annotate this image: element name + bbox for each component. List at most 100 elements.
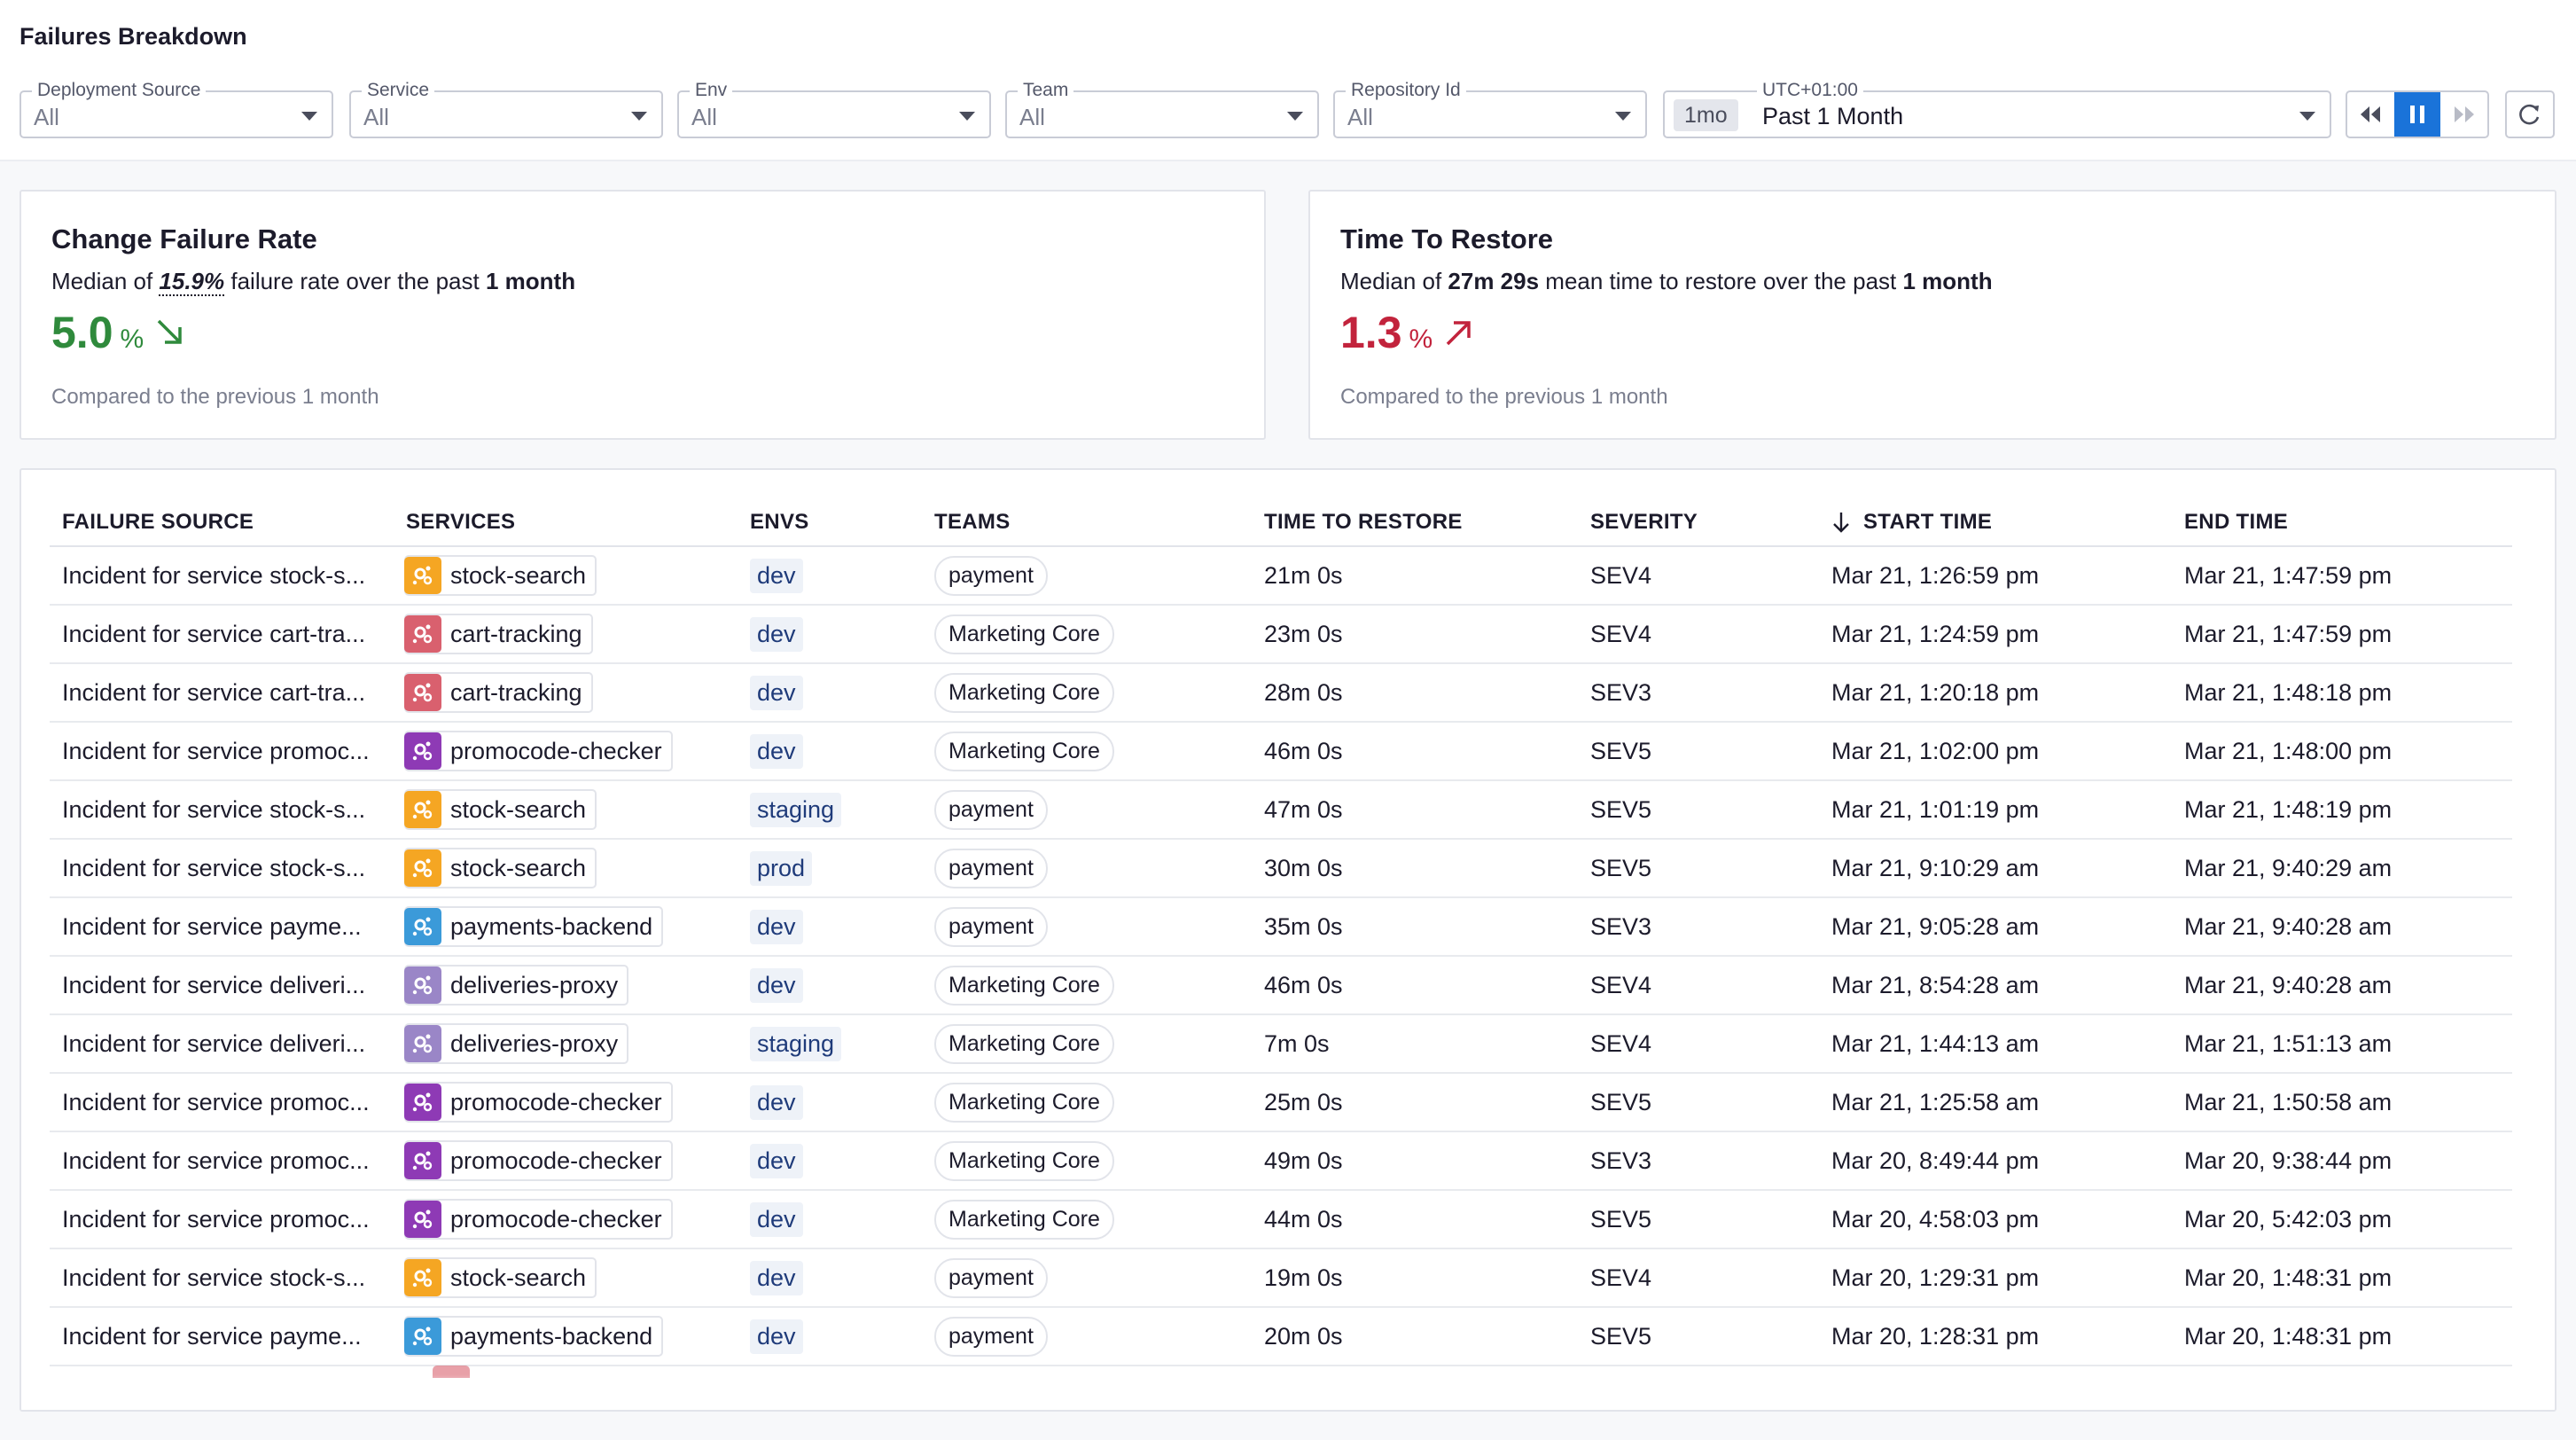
end-time-cell: Mar 20, 1:48:31 pm — [2172, 1248, 2512, 1308]
table-row[interactable]: Incident for service stock-s... stock-sea… — [50, 1248, 2512, 1308]
team-tag[interactable]: Marketing Core — [934, 1140, 1114, 1181]
service-tag[interactable]: payments-backend — [404, 1316, 664, 1357]
service-icon — [404, 1084, 441, 1121]
team-tag[interactable]: Marketing Core — [934, 672, 1114, 713]
service-cell: promocode-checker — [394, 722, 738, 781]
table-row[interactable]: Incident for service promoc... promocode-… — [50, 722, 2512, 781]
service-tag[interactable]: promocode-checker — [404, 1199, 673, 1240]
end-time-cell: Mar 20, 5:42:03 pm — [2172, 1190, 2512, 1249]
failure-source-cell[interactable]: Incident for service stock-s... — [50, 546, 394, 606]
team-tag[interactable]: Marketing Core — [934, 1199, 1114, 1240]
team-tag[interactable]: Marketing Core — [934, 1082, 1114, 1123]
service-tag[interactable]: promocode-checker — [404, 731, 673, 771]
failure-source-cell[interactable]: Incident for service stock-s... — [50, 1248, 394, 1308]
subtitle-mid: mean time to restore over the past — [1539, 268, 1903, 294]
failure-source-cell[interactable]: Incident for service cart-tra... — [50, 605, 394, 664]
service-tag[interactable]: stock-search — [404, 1257, 597, 1298]
service-tag[interactable]: promocode-checker — [404, 1140, 673, 1181]
column-header-services[interactable]: SERVICES — [394, 498, 738, 547]
rewind-icon — [2361, 106, 2381, 122]
team-cell: payment — [922, 546, 1252, 606]
column-header-start-time[interactable]: START TIME — [1819, 498, 2172, 547]
team-tag[interactable]: payment — [934, 848, 1048, 888]
failure-source-cell[interactable]: Incident for service promoc... — [50, 1073, 394, 1132]
service-tag[interactable]: stock-search — [404, 555, 597, 596]
service-icon — [404, 967, 441, 1004]
team-tag[interactable]: Marketing Core — [934, 965, 1114, 1006]
table-row[interactable]: Incident for service promoc... promocode-… — [50, 1190, 2512, 1249]
table-row[interactable]: Incident for service cart-tra... cart-tra… — [50, 663, 2512, 723]
time-to-restore-cell: 23m 0s — [1252, 605, 1578, 664]
service-icon — [404, 1025, 441, 1062]
severity-cell: SEV4 — [1578, 1248, 1819, 1308]
metric-unit: % — [120, 325, 144, 354]
table-row[interactable]: Incident for service stock-s... stock-sea… — [50, 780, 2512, 840]
failure-source-cell[interactable]: Incident for service payme... — [50, 897, 394, 957]
service-tag[interactable]: promocode-checker — [404, 1082, 673, 1123]
failure-source-cell[interactable]: Incident for service stock-s... — [50, 839, 394, 898]
caret-down-icon — [1287, 112, 1303, 121]
column-header-teams[interactable]: TEAMS — [922, 498, 1252, 547]
team-tag[interactable]: Marketing Core — [934, 731, 1114, 771]
service-tag[interactable]: payments-backend — [404, 906, 664, 947]
service-cell: deliveries-proxy — [394, 1014, 738, 1074]
failure-source-cell[interactable]: Incident for service deliveri... — [50, 1014, 394, 1074]
env-filter[interactable]: Env All — [677, 80, 991, 138]
service-tag[interactable]: cart-tracking — [404, 614, 593, 654]
service-tag[interactable]: stock-search — [404, 848, 597, 888]
service-tag[interactable]: deliveries-proxy — [404, 1023, 629, 1064]
team-filter[interactable]: Team All — [1005, 80, 1319, 138]
deployment-source-filter[interactable]: Deployment Source All — [20, 80, 333, 138]
table-row[interactable]: Incident for service stock-s... stock-sea… — [50, 839, 2512, 898]
failure-source-cell[interactable]: Incident for service promoc... — [50, 1131, 394, 1191]
column-header-time-to-restore[interactable]: TIME TO RESTORE — [1252, 498, 1578, 547]
table-row[interactable]: Incident for service deliveri... deliveri… — [50, 956, 2512, 1015]
team-tag[interactable]: payment — [934, 555, 1048, 596]
env-tag: prod — [750, 850, 813, 886]
repository-id-filter[interactable]: Repository Id All — [1333, 80, 1647, 138]
team-tag[interactable]: payment — [934, 789, 1048, 830]
failure-source-cell[interactable]: Incident for service promoc... — [50, 1190, 394, 1249]
column-header-end-time[interactable]: END TIME — [2172, 498, 2512, 547]
column-header-envs[interactable]: ENVS — [738, 498, 922, 547]
team-tag[interactable]: Marketing Core — [934, 1023, 1114, 1064]
service-name: payments-backend — [450, 912, 653, 940]
refresh-button[interactable] — [2505, 90, 2555, 138]
table-row[interactable]: Incident for service payme... payments-ba… — [50, 1307, 2512, 1366]
failure-source-cell[interactable]: Incident for service promoc... — [50, 722, 394, 781]
column-header-severity[interactable]: SEVERITY — [1578, 498, 1819, 547]
column-header-failure-source[interactable]: FAILURE SOURCE — [50, 498, 394, 547]
rewind-button[interactable] — [2347, 92, 2394, 137]
table-row[interactable]: Incident for service promoc... promocode-… — [50, 1131, 2512, 1191]
card-subtitle: Median of 27m 29s mean time to restore o… — [1340, 268, 1993, 295]
start-time-cell: Mar 21, 1:20:18 pm — [1819, 663, 2172, 723]
pause-button[interactable] — [2393, 92, 2441, 137]
end-time-cell: Mar 21, 1:51:13 am — [2172, 1014, 2512, 1074]
team-tag[interactable]: payment — [934, 906, 1048, 947]
team-tag[interactable]: payment — [934, 1316, 1048, 1357]
service-tag[interactable]: deliveries-proxy — [404, 965, 629, 1006]
service-icon — [404, 557, 441, 594]
service-tag[interactable]: stock-search — [404, 789, 597, 830]
env-cell: dev — [738, 546, 922, 606]
time-range-picker[interactable]: UTC+01:00 1mo Past 1 Month — [1663, 80, 2331, 138]
table-row[interactable]: Incident for service deliveri... deliveri… — [50, 1014, 2512, 1074]
table-row[interactable]: Incident for service cart-tra... cart-tra… — [50, 605, 2512, 664]
table-row[interactable]: Incident for service promoc... promocode-… — [50, 1073, 2512, 1132]
team-cell: payment — [922, 1248, 1252, 1308]
service-filter[interactable]: Service All — [349, 80, 663, 138]
env-tag: staging — [750, 1026, 842, 1061]
table-row[interactable]: Incident for service stock-s... stock-sea… — [50, 546, 2512, 606]
filter-label: Repository Id — [1346, 80, 1466, 101]
service-tag[interactable]: cart-tracking — [404, 672, 593, 713]
env-tag: dev — [750, 1319, 803, 1354]
table-row[interactable]: Incident for service payme... payments-ba… — [50, 897, 2512, 957]
failure-source-cell[interactable]: Incident for service stock-s... — [50, 780, 394, 840]
team-tag[interactable]: Marketing Core — [934, 614, 1114, 654]
team-tag[interactable]: payment — [934, 1257, 1048, 1298]
page-title: Failures Breakdown — [20, 23, 247, 50]
failure-source-cell[interactable]: Incident for service cart-tra... — [50, 663, 394, 723]
fast-forward-button[interactable] — [2440, 92, 2487, 137]
failure-source-cell[interactable]: Incident for service payme... — [50, 1307, 394, 1366]
failure-source-cell[interactable]: Incident for service deliveri... — [50, 956, 394, 1015]
